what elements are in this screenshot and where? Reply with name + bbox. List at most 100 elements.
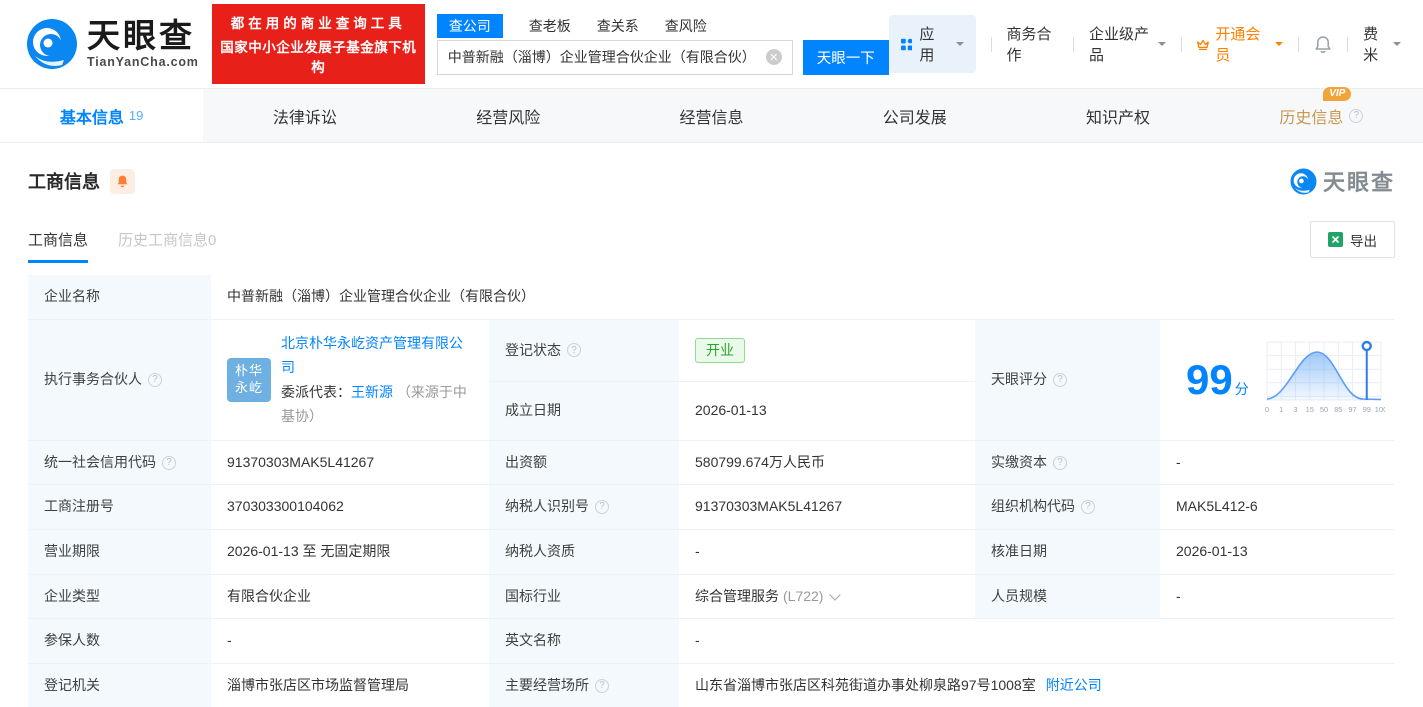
bell-icon <box>117 175 128 188</box>
help-icon[interactable] <box>162 455 176 470</box>
field-value-business-term: 2026-01-13 至 无固定期限 <box>211 530 489 575</box>
search-area: 查公司 查老板 查关系 查风险 ✕ 天眼一下 <box>436 13 889 75</box>
field-label-reg-number: 工商注册号 <box>28 485 211 531</box>
top-nav: 应用 商务合作 企业级产品 开通会员 费米 <box>888 15 1401 73</box>
field-value-company-type: 有限合伙企业 <box>211 575 489 620</box>
help-icon[interactable] <box>1053 372 1067 387</box>
tab-risk-label: 经营风险 <box>476 109 541 127</box>
tab-operation-info[interactable]: 经营信息 <box>610 89 813 142</box>
tab-operation-label: 经营信息 <box>679 109 744 127</box>
search-tab-company[interactable]: 查公司 <box>436 13 503 38</box>
nav-cooperation[interactable]: 商务合作 <box>1006 23 1058 65</box>
tab-ip-label: 知识产权 <box>1086 109 1151 127</box>
field-value-staff-size: - <box>1160 575 1395 620</box>
score-axis-labels: 0 1 3 15 50 85 97 99 100 <box>1265 405 1385 414</box>
field-label-business-address: 主要经营场所 <box>489 664 679 707</box>
section-header: 工商信息 天眼查 <box>0 143 1423 197</box>
field-label-company-type: 企业类型 <box>28 574 211 620</box>
notifications-bell[interactable] <box>1314 35 1332 54</box>
excel-icon <box>1328 232 1343 247</box>
chevron-down-icon <box>1392 42 1401 50</box>
partner-avatar[interactable]: 朴华 永屹 <box>227 357 271 402</box>
business-info-table: 企业名称 中普新融（淄博）企业管理合伙企业（有限合伙） 执行事务合伙人 朴华 永… <box>28 275 1395 707</box>
svg-text:15: 15 <box>1305 405 1313 414</box>
help-icon[interactable] <box>567 343 581 358</box>
clear-search-icon[interactable]: ✕ <box>765 49 782 65</box>
tab-business-risk[interactable]: 经营风险 <box>407 89 610 142</box>
tab-basic-label: 基本信息 <box>59 109 124 127</box>
subtab-history-business-info[interactable]: 历史工商信息0 <box>118 229 216 263</box>
nav-enterprise[interactable]: 企业级产品 <box>1089 23 1166 65</box>
field-label-reg-authority: 登记机关 <box>28 664 211 707</box>
svg-text:97: 97 <box>1348 405 1356 414</box>
field-label-approval-date: 核准日期 <box>975 530 1160 575</box>
partner-company-link[interactable]: 北京朴华永屹资产管理有限公司 <box>281 335 463 376</box>
user-name: 费米 <box>1363 26 1379 64</box>
divider <box>1347 36 1349 52</box>
help-icon[interactable] <box>1349 108 1364 123</box>
field-value-registration-status: 开业 <box>679 320 975 383</box>
svg-text:100: 100 <box>1374 405 1384 414</box>
field-label-industry: 国标行业 <box>489 574 679 620</box>
tab-history-label: 历史信息 <box>1279 109 1344 127</box>
nav-apps[interactable]: 应用 <box>888 15 976 73</box>
bell-icon <box>1315 35 1331 53</box>
field-label-english-name: 英文名称 <box>489 619 679 665</box>
tab-legal-label: 法律诉讼 <box>272 109 337 127</box>
score-number: 99 <box>1186 355 1233 403</box>
field-label-establish-date: 成立日期 <box>489 382 679 441</box>
brand-domain: TianYanCha.com <box>87 55 199 69</box>
subtab-business-info[interactable]: 工商信息 <box>28 229 89 263</box>
tab-legal[interactable]: 法律诉讼 <box>203 89 406 142</box>
field-value-english-name: - <box>679 619 1395 665</box>
executive-partner-label: 执行事务合伙人 <box>44 370 142 387</box>
search-input[interactable] <box>447 49 766 65</box>
nearby-companies-link[interactable]: 附近公司 <box>1046 675 1102 697</box>
registration-status-label: 登记状态 <box>505 341 561 358</box>
search-tab-boss[interactable]: 查老板 <box>529 16 571 36</box>
field-label-insured-count: 参保人数 <box>28 619 211 665</box>
promo-banner: 都在用的商业查询工具 国家中小企业发展子基金旗下机构 <box>211 4 425 84</box>
field-label-executive-partner: 执行事务合伙人 <box>28 319 211 441</box>
help-icon[interactable] <box>1081 500 1095 515</box>
tianyancha-logo-icon <box>1290 168 1317 194</box>
field-value-business-address: 山东省淄博市张店区科苑街道办事处柳泉路97号1008室 附近公司 <box>679 664 1395 707</box>
divider <box>1180 36 1182 52</box>
field-label-credit-code: 统一社会信用代码 <box>28 440 211 486</box>
subscribe-bell[interactable] <box>110 168 135 194</box>
search-button[interactable]: 天眼一下 <box>802 39 889 75</box>
tianyan-score-label: 天眼评分 <box>991 370 1047 387</box>
search-tab-relation[interactable]: 查关系 <box>597 16 639 36</box>
field-label-tianyan-score: 天眼评分 <box>975 319 1160 441</box>
delegate-name-link[interactable]: 王新源 <box>351 384 393 400</box>
tianyancha-logo[interactable]: 天眼查 TianYanCha.com <box>26 18 199 70</box>
section-title: 工商信息 <box>28 172 100 192</box>
field-value-insured-count: - <box>211 619 489 665</box>
field-value-paid-capital: - <box>1160 441 1395 486</box>
field-value-taxpayer-id: 91370303MAK5L41267 <box>679 485 975 531</box>
tab-history-info[interactable]: 历史信息 VIP <box>1220 86 1423 142</box>
field-value-establish-date: 2026-01-13 <box>679 382 975 441</box>
nav-open-vip-label: 开通会员 <box>1215 26 1261 64</box>
help-icon[interactable] <box>595 678 609 693</box>
field-value-executive-partner: 朴华 永屹 北京朴华永屹资产管理有限公司 委派代表：王新源 （来源于中基协） <box>211 320 489 441</box>
tab-intellectual-property[interactable]: 知识产权 <box>1016 89 1219 142</box>
tab-basic-count: 19 <box>128 108 144 123</box>
divider <box>1073 36 1074 52</box>
user-menu[interactable]: 费米 <box>1363 23 1401 65</box>
apps-grid-icon <box>900 38 913 50</box>
export-button[interactable]: 导出 <box>1310 221 1395 258</box>
address-text: 山东省淄博市张店区科苑街道办事处柳泉路97号1008室 <box>695 677 1036 694</box>
search-tab-risk[interactable]: 查风险 <box>665 16 707 36</box>
tab-basic-info[interactable]: 基本信息 19 <box>0 89 204 142</box>
help-icon[interactable] <box>1053 455 1067 470</box>
tab-company-development[interactable]: 公司发展 <box>813 89 1016 142</box>
help-icon[interactable] <box>595 500 609 515</box>
field-label-paid-capital: 实缴资本 <box>975 440 1160 486</box>
field-value-capital: 580799.674万人民币 <box>679 441 975 486</box>
field-value-reg-authority: 淄博市张店区市场监督管理局 <box>211 664 489 707</box>
nav-open-vip[interactable]: 开通会员 <box>1196 23 1284 65</box>
score-unit: 分 <box>1234 381 1249 397</box>
help-icon[interactable] <box>148 372 162 387</box>
chevron-down-icon[interactable] <box>829 588 842 601</box>
